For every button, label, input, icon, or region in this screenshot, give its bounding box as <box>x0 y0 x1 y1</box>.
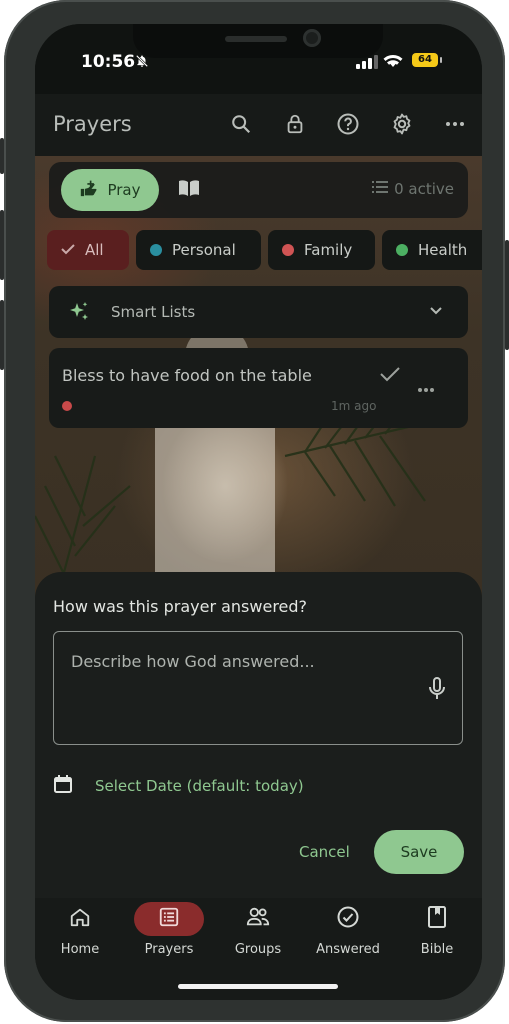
app-bar: Prayers <box>35 94 482 156</box>
read-mode-book-icon[interactable] <box>177 176 201 204</box>
answer-text-field[interactable]: Describe how God answered... <box>53 631 463 745</box>
calendar-icon <box>53 774 73 798</box>
prayer-card[interactable]: Bless to have food on the table 1m ago <box>49 348 468 428</box>
list-icon <box>158 906 180 932</box>
answer-placeholder: Describe how God answered... <box>71 652 315 671</box>
checkmark-icon <box>61 241 75 259</box>
card-more-icon[interactable] <box>417 378 435 397</box>
bookmark-book-icon <box>427 906 447 932</box>
speaker <box>225 36 287 42</box>
page-title: Prayers <box>53 112 132 136</box>
nav-bible-label: Bible <box>420 942 454 957</box>
family-color-dot <box>282 244 294 256</box>
silent-bell-icon <box>135 54 149 72</box>
chip-label: All <box>85 241 104 259</box>
home-indicator[interactable] <box>178 984 338 989</box>
nav-answered-label: Answered <box>316 942 380 957</box>
chip-all[interactable]: All <box>47 230 129 270</box>
pray-mode-button[interactable]: Pray <box>61 169 159 211</box>
phone-frame: 10:56 64 Prayers Pray 0 active All Perso… <box>4 0 505 1022</box>
smart-lists-expander[interactable]: Smart Lists <box>49 286 468 338</box>
chip-personal[interactable]: Personal <box>136 230 261 270</box>
nav-answered[interactable]: Answered <box>303 898 393 978</box>
nav-groups[interactable]: Groups <box>213 898 303 978</box>
status-bar: 10:56 64 <box>35 24 482 94</box>
search-icon[interactable] <box>227 110 255 138</box>
chip-family[interactable]: Family <box>268 230 375 270</box>
active-count-label: 0 active <box>394 180 454 198</box>
groups-icon <box>246 906 270 932</box>
select-date-row[interactable]: Select Date (default: today) <box>53 774 304 798</box>
sparkle-icon <box>67 300 91 328</box>
nav-prayers[interactable]: Prayers <box>124 898 214 978</box>
microphone-icon[interactable] <box>428 677 446 705</box>
health-color-dot <box>396 244 408 256</box>
help-icon[interactable] <box>334 110 362 138</box>
active-count: 0 active <box>372 180 454 198</box>
prayer-timestamp: 1m ago <box>331 399 377 413</box>
settings-gear-icon[interactable] <box>388 110 416 138</box>
chip-label: Health <box>418 241 468 259</box>
nav-home[interactable]: Home <box>35 898 125 978</box>
prayer-text: Bless to have food on the table <box>62 366 312 385</box>
wifi-icon <box>383 53 403 72</box>
answer-question: How was this prayer answered? <box>53 597 308 616</box>
category-chips: All Personal Family Health <box>45 230 482 270</box>
list-icon <box>372 180 389 198</box>
screen: 10:56 64 Prayers Pray 0 active All Perso… <box>35 24 482 1000</box>
category-color-dot <box>62 401 72 411</box>
smart-lists-label: Smart Lists <box>111 303 196 321</box>
dynamic-notch <box>133 24 383 58</box>
pray-label: Pray <box>107 181 141 199</box>
mark-answered-check-icon[interactable] <box>379 365 401 387</box>
chip-health[interactable]: Health <box>382 230 482 270</box>
more-options-icon[interactable] <box>441 110 469 138</box>
mode-selector: Pray 0 active <box>49 162 468 218</box>
camera <box>303 29 321 47</box>
chip-label: Family <box>304 241 353 259</box>
nav-bible[interactable]: Bible <box>392 898 482 978</box>
nav-prayers-label: Prayers <box>144 942 194 957</box>
save-button[interactable]: Save <box>374 830 464 874</box>
status-time: 10:56 <box>81 52 136 72</box>
chip-label: Personal <box>172 241 236 259</box>
cancel-button[interactable]: Cancel <box>299 843 350 861</box>
power-button <box>505 240 509 350</box>
answer-bottom-sheet: How was this prayer answered? Describe h… <box>35 572 482 898</box>
praying-hands-icon <box>79 179 99 201</box>
battery-indicator: 64 <box>412 53 442 67</box>
lock-icon[interactable] <box>281 110 309 138</box>
select-date-label[interactable]: Select Date (default: today) <box>95 777 304 795</box>
nav-home-label: Home <box>60 942 100 957</box>
cellular-signal-icon <box>356 54 378 73</box>
chevron-down-icon[interactable] <box>428 302 444 322</box>
home-icon <box>69 906 91 932</box>
check-circle-icon <box>336 905 360 933</box>
nav-groups-label: Groups <box>234 942 282 957</box>
personal-color-dot <box>150 244 162 256</box>
